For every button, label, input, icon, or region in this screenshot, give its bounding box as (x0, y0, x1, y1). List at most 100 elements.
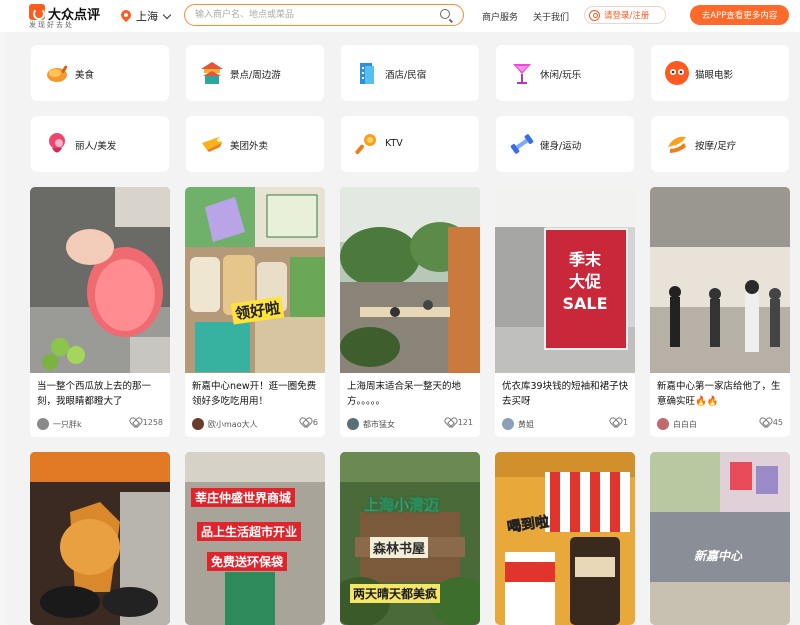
like-count[interactable]: 1258 (130, 418, 163, 427)
overlay-line: 大促 (568, 272, 601, 291)
card-image: 莘庄仲盛世界商城 品上生活超市开业 免费送环保袋 (185, 452, 325, 625)
ktv-icon (354, 131, 380, 157)
category-hotel[interactable]: 酒店/民宿 (341, 45, 479, 101)
category-attraction[interactable]: 景点/周边游 (186, 45, 324, 101)
card-image (650, 187, 790, 373)
card-title: 优衣库39块钱的短袖和裙子快去买呀 (502, 381, 629, 407)
avatar (37, 418, 49, 430)
heart-icon (130, 418, 140, 427)
author-name: 一只胖k (53, 419, 82, 429)
card-author[interactable]: 黄姐 (502, 417, 534, 431)
category-label: 休闲/玩乐 (540, 70, 582, 81)
card-image: 上海小清迈 森林书屋 两天晴天都美疯 (340, 452, 480, 625)
category-label: KTV (385, 138, 403, 149)
card-author[interactable]: 欧小mao大人 (192, 417, 258, 431)
card-image: 喝到啦 (495, 452, 635, 625)
feed-card[interactable]: 领好啦 新嘉中心new开！逛一圈免费领好多吃吃用用！ 欧小mao大人 6 (185, 187, 325, 437)
massage-icon (664, 131, 690, 157)
card-image (340, 187, 480, 373)
category-maoyan[interactable]: 猫眼电影 (651, 45, 789, 101)
category-fitness[interactable]: 健身/运动 (496, 116, 634, 172)
feed-card[interactable]: 季末 大促 SALE 优衣库39块钱的短袖和裙子快去买呀 黄姐 1 (495, 187, 635, 437)
beauty-icon (44, 131, 70, 157)
like-value: 1258 (142, 418, 163, 427)
card-author[interactable]: 都市猛女 (347, 417, 395, 431)
heart-icon (300, 418, 310, 427)
overlay-line: 品上生活超市开业 (197, 522, 302, 541)
feed-card[interactable] (30, 452, 170, 625)
card-title: 新嘉中心new开！逛一圈免费领好多吃吃用用！ (192, 381, 317, 407)
card-image (30, 452, 170, 625)
like-count[interactable]: 121 (445, 418, 473, 427)
category-delivery[interactable]: 美团外卖 (186, 116, 324, 172)
feed-card[interactable]: 新嘉中心 (650, 452, 790, 625)
category-massage[interactable]: 按摩/足疗 (651, 116, 789, 172)
category-label: 按摩/足疗 (695, 141, 737, 152)
category-label: 美食 (75, 70, 95, 81)
category-label: 健身/运动 (540, 141, 582, 152)
city-selector[interactable]: 上海 (121, 7, 172, 25)
like-value: 1 (622, 418, 628, 427)
card-image (30, 187, 170, 373)
avatar (192, 418, 204, 430)
feed-card[interactable]: 当一整个西瓜放上去的那一刻，我眼睛都瞪大了 一只胖k 1258 (30, 187, 170, 437)
card-title: 上海周末适合呆一整天的地方。。。。。 (347, 381, 462, 407)
open-app-button[interactable]: 去APP查看更多内容 (690, 5, 789, 25)
card-overlay-text: 新嘉中心 (694, 549, 743, 563)
overlay-line: 两天晴天都美疯 (350, 584, 441, 603)
category-label: 美团外卖 (230, 141, 269, 152)
search-icon[interactable] (440, 9, 450, 19)
feed-card[interactable]: 喝到啦 (495, 452, 635, 625)
like-value: 6 (312, 418, 318, 427)
like-count[interactable]: 1 (610, 418, 628, 427)
about-us-link[interactable]: 关于我们 (533, 10, 569, 23)
card-title: 当一整个西瓜放上去的那一刻，我眼睛都瞪大了 (37, 381, 152, 407)
card-image: 领好啦 (185, 187, 325, 373)
category-leisure[interactable]: 休闲/玩乐 (496, 45, 634, 101)
card-overlay-text: 季末 大促 SALE (559, 249, 611, 315)
search-box (184, 4, 464, 26)
main-content: 美食 景点/周边游 酒店/民宿 休闲/玩乐 猫眼电影 丽人/美发 美团外卖 KT… (6, 32, 800, 625)
leisure-icon (509, 60, 535, 86)
search-input[interactable] (195, 7, 435, 23)
feed-card[interactable]: 上海周末适合呆一整天的地方。。。。。 都市猛女 121 (340, 187, 480, 437)
overlay-line: 季末 (568, 250, 601, 269)
overlay-line: 上海小清迈 (364, 496, 440, 515)
hotel-icon (354, 60, 380, 86)
category-ktv[interactable]: KTV (341, 116, 479, 172)
avatar (502, 418, 514, 430)
card-image: 季末 大促 SALE (495, 187, 635, 373)
login-button[interactable]: 请登录/注册 (584, 6, 666, 24)
author-name: 欧小mao大人 (208, 419, 258, 429)
category-beauty[interactable]: 丽人/美发 (31, 116, 169, 172)
top-header: 大众点评 发现好去处 上海 商户服务 关于我们 请登录/注册 去APP查看更多内… (0, 0, 800, 32)
category-label: 酒店/民宿 (385, 70, 427, 81)
card-author[interactable]: 白白白 (657, 417, 697, 431)
category-label: 丽人/美发 (75, 141, 117, 152)
like-count[interactable]: 45 (760, 418, 783, 427)
feed-card[interactable]: 新嘉中心第一家店给他了，生意确实旺🔥🔥 白白白 45 (650, 187, 790, 437)
logo[interactable]: 大众点评 发现好去处 (29, 4, 100, 29)
merchant-service-link[interactable]: 商户服务 (482, 10, 518, 23)
overlay-line: SALE (562, 294, 608, 313)
attraction-icon (199, 60, 225, 86)
card-title: 新嘉中心第一家店给他了，生意确实旺🔥🔥 (657, 381, 781, 407)
chevron-down-icon (162, 10, 172, 19)
heart-icon (610, 418, 620, 427)
like-value: 121 (457, 418, 473, 427)
like-value: 45 (772, 418, 783, 427)
logo-subtitle: 发现好去处 (29, 21, 74, 29)
card-author[interactable]: 一只胖k (37, 417, 82, 431)
user-icon (589, 9, 600, 21)
heart-icon (445, 418, 455, 427)
avatar (657, 418, 669, 430)
maoyan-icon (664, 60, 690, 86)
category-food[interactable]: 美食 (31, 45, 169, 101)
feed-card[interactable]: 上海小清迈 森林书屋 两天晴天都美疯 (340, 452, 480, 625)
like-count[interactable]: 6 (300, 418, 318, 427)
login-label: 请登录/注册 (604, 11, 650, 21)
feed-card[interactable]: 莘庄仲盛世界商城 品上生活超市开业 免费送环保袋 (185, 452, 325, 625)
city-label: 上海 (136, 10, 158, 23)
logo-icon (29, 4, 45, 20)
food-icon (44, 60, 70, 86)
